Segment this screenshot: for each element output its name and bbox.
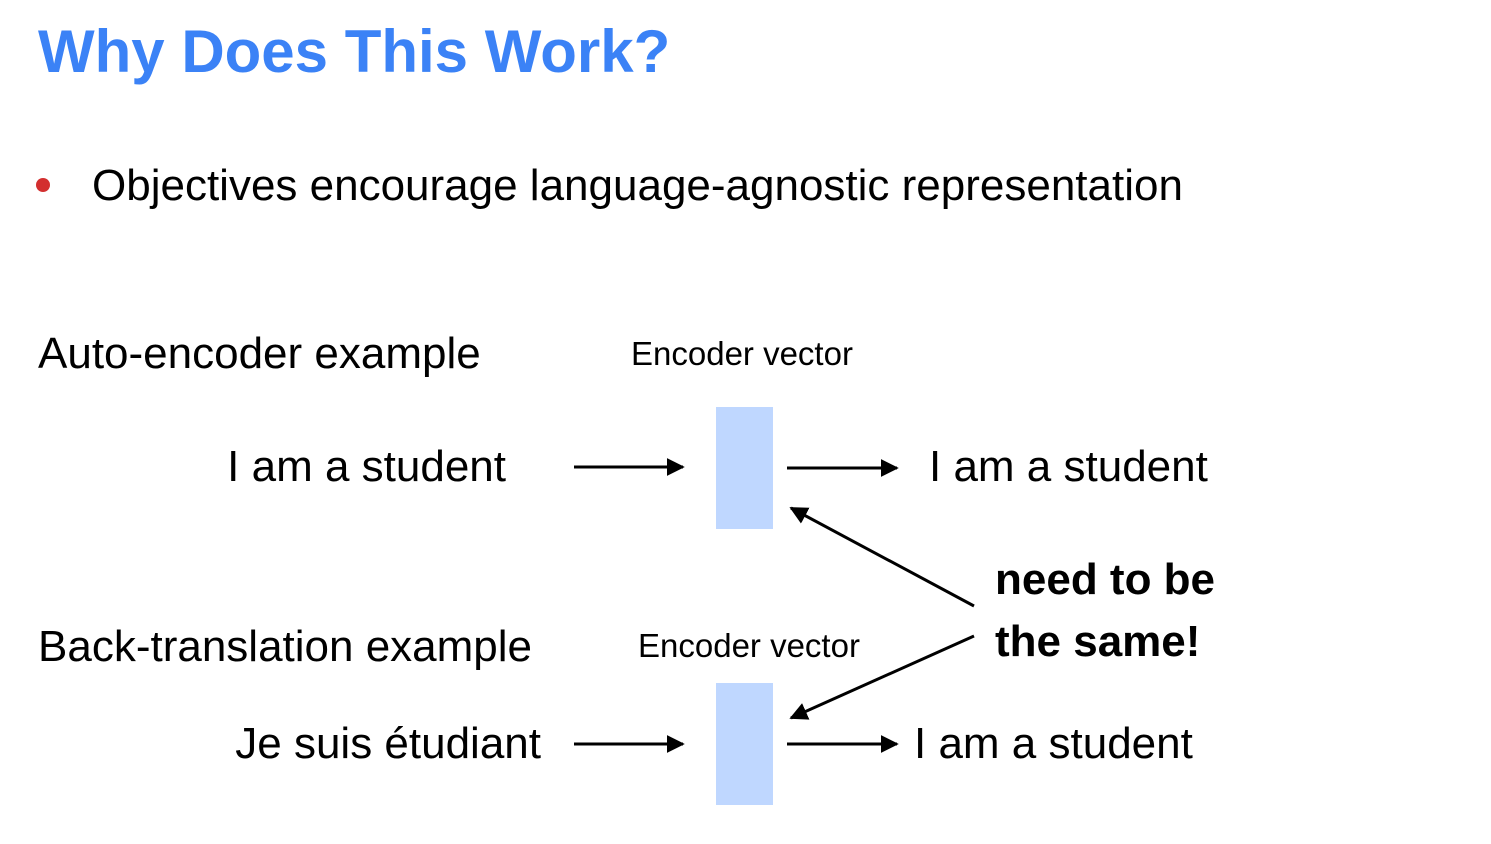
autoencoder-output: I am a student [929,442,1208,491]
backtranslation-input: Je suis étudiant [235,719,541,768]
bullet-text: Objectives encourage language-agnostic r… [92,161,1183,210]
note-to-autoencoder-arrow [789,506,975,608]
bullet-dot-icon [36,178,50,192]
autoencoder-input: I am a student [227,442,506,491]
same-note: need to be the same! [995,549,1215,673]
autoencoder-label: Auto-encoder example [38,329,481,378]
backtranslation-output: I am a student [914,719,1193,768]
autoencoder-encoder-label: Encoder vector [631,335,853,372]
backtranslation-label: Back-translation example [38,622,533,671]
slide-title: Why Does This Work? [38,18,671,85]
backtranslation-encoder-label: Encoder vector [638,627,860,664]
same-note-line1: need to be [995,555,1216,604]
same-note-line2: the same! [995,617,1201,666]
backtranslation-encoder-vector [716,683,773,805]
autoencoder-encoder-vector [716,407,773,529]
